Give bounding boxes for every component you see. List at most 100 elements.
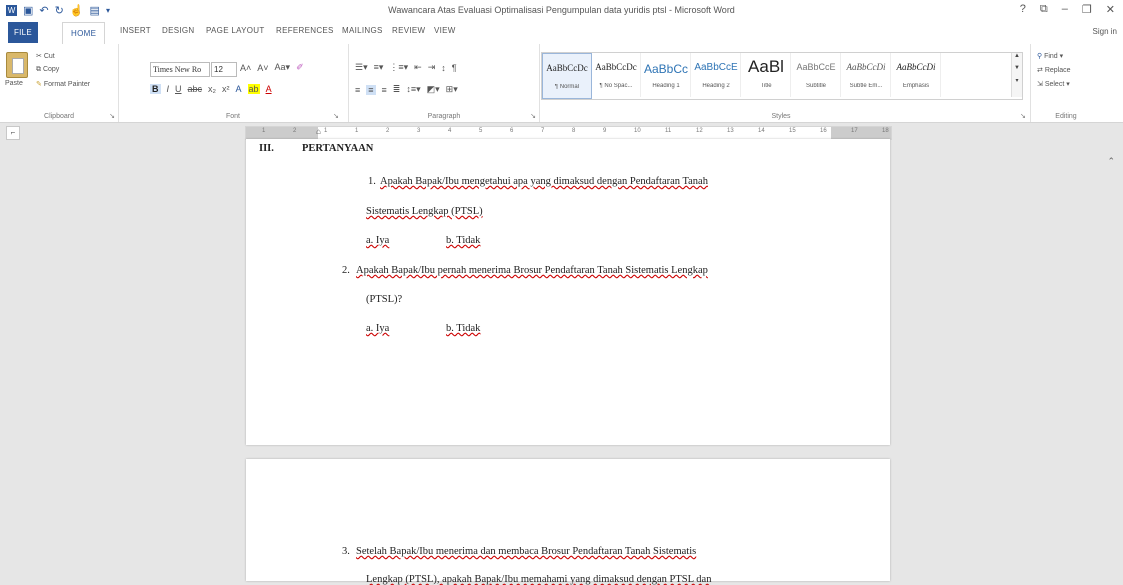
ruler-number: 9 xyxy=(603,128,607,134)
strikethrough-icon[interactable]: abc xyxy=(188,84,203,94)
clipboard-launcher-icon[interactable]: ↘ xyxy=(109,112,115,120)
ruler-indent-marker[interactable]: ⌂ xyxy=(316,127,321,136)
clipboard-label: Clipboard xyxy=(44,113,74,120)
section-title: PERTANYAAN xyxy=(302,143,374,154)
question-2-line-1: Apakah Bapak/Ibu pernah menerima Brosur … xyxy=(356,265,708,276)
style-subtle-emphasis-name: Subtle Em... xyxy=(849,83,883,89)
tab-design[interactable]: DESIGN xyxy=(162,26,194,35)
editing-group: ⚲ Find ▾ ⇄ Replace ⇲ Select ▾ Editing xyxy=(1030,44,1101,122)
multilevel-list-icon[interactable]: ⋮≡▾ xyxy=(389,62,408,73)
paste-button[interactable]: Paste xyxy=(5,80,23,87)
question-1-number: 1. xyxy=(368,176,376,187)
styles-more-icon[interactable]: ▾ xyxy=(1012,77,1022,84)
style-title[interactable]: AaBl Title xyxy=(742,53,791,97)
question-1-option-b: b. Tidak xyxy=(446,235,481,246)
subscript-icon[interactable]: x₂ xyxy=(208,84,216,94)
minimize-button[interactable]: – xyxy=(1062,3,1068,16)
format-painter-button[interactable]: ✎ Format Painter xyxy=(36,80,90,88)
style-heading-1[interactable]: AaBbCc Heading 1 xyxy=(642,53,691,97)
cut-label: Cut xyxy=(43,53,55,60)
sign-in-link[interactable]: Sign in xyxy=(1093,27,1117,36)
align-right-icon[interactable]: ≡ xyxy=(382,85,387,95)
italic-icon[interactable]: I xyxy=(167,84,170,94)
close-button[interactable]: ✕ xyxy=(1106,3,1115,16)
font-group xyxy=(118,44,348,122)
align-center-icon[interactable]: ≡ xyxy=(366,84,376,95)
borders-icon[interactable]: ⊞▾ xyxy=(446,84,458,95)
maximize-button[interactable]: ❐ xyxy=(1082,3,1092,16)
document-page-1[interactable]: III. PERTANYAAN 1. Apakah Bapak/Ibu meng… xyxy=(246,139,890,445)
window-controls: ? ⧉ – ❐ ✕ xyxy=(1020,3,1115,16)
font-size-input[interactable]: 12 xyxy=(211,62,237,77)
styles-launcher-icon[interactable]: ↘ xyxy=(1020,112,1026,120)
find-button[interactable]: ⚲ Find ▾ xyxy=(1037,52,1063,60)
ruler-number: 5 xyxy=(479,128,483,134)
style-no-spacing[interactable]: AaBbCcDc ¶ No Spac... xyxy=(592,53,641,97)
show-marks-icon[interactable]: ¶ xyxy=(452,63,457,73)
bold-icon[interactable]: B xyxy=(150,84,161,94)
styles-scroll-down-icon[interactable]: ▼ xyxy=(1012,65,1022,71)
ruler-number: 18 xyxy=(882,128,889,134)
tab-review[interactable]: REVIEW xyxy=(392,26,425,35)
document-page-2[interactable]: 3. Setelah Bapak/Ibu menerima dan membac… xyxy=(246,459,890,585)
tab-selector-icon[interactable]: ⌐ xyxy=(6,126,20,140)
clear-formatting-icon[interactable]: ✐ xyxy=(296,62,304,73)
tab-insert[interactable]: INSERT xyxy=(120,26,151,35)
styles-label: Styles xyxy=(771,113,791,120)
align-left-icon[interactable]: ≡ xyxy=(355,85,360,95)
line-spacing-icon[interactable]: ↕≡▾ xyxy=(406,84,420,95)
font-launcher-icon[interactable]: ↘ xyxy=(333,112,339,120)
ribbon-display-options-button[interactable]: ⧉ xyxy=(1040,3,1048,16)
underline-icon[interactable]: U xyxy=(175,84,182,94)
tab-file[interactable]: FILE xyxy=(8,22,38,43)
font-color-icon[interactable]: A xyxy=(266,84,272,94)
style-heading-2[interactable]: AaBbCcE Heading 2 xyxy=(692,53,741,97)
text-effects-icon[interactable]: A xyxy=(236,84,242,94)
cut-button[interactable]: ✂ Cut xyxy=(36,52,55,60)
bullets-icon[interactable]: ☰▾ xyxy=(355,62,368,73)
collapse-ribbon-icon[interactable]: ⌃ xyxy=(1107,156,1115,167)
cursor-icon: ⇲ xyxy=(1037,81,1045,88)
style-subtitle[interactable]: AaBbCcE Subtitle xyxy=(792,53,841,97)
replace-button[interactable]: ⇄ Replace xyxy=(1037,66,1071,74)
question-2-option-b: b. Tidak xyxy=(446,323,481,334)
decrease-indent-icon[interactable]: ⇤ xyxy=(414,62,422,73)
section-number: III. xyxy=(259,143,274,154)
style-emphasis[interactable]: AaBbCcDi Emphasis xyxy=(892,53,941,97)
ruler-number: 4 xyxy=(448,128,452,134)
font-label: Font xyxy=(225,113,240,120)
scissors-icon: ✂ xyxy=(36,53,44,60)
ruler-number: 12 xyxy=(696,128,703,134)
horizontal-ruler[interactable]: ⌂ 1 2 1 1 2 3 4 5 6 7 8 9 10 11 12 13 14 15 16 17 18 xyxy=(245,126,892,140)
numbering-icon[interactable]: ≡▾ xyxy=(374,62,384,73)
grow-font-icon[interactable]: A˄ xyxy=(240,63,251,73)
shrink-font-icon[interactable]: A˅ xyxy=(257,63,268,73)
font-name-input[interactable]: Times New Ro xyxy=(150,62,210,77)
styles-scroll-up-icon[interactable]: ▲ xyxy=(1012,53,1022,59)
highlight-icon[interactable]: ab xyxy=(247,84,260,94)
paste-icon[interactable] xyxy=(6,52,28,78)
styles-scroll[interactable]: ▲ ▼ ▾ xyxy=(1011,53,1022,97)
change-case-icon[interactable]: Aa▾ xyxy=(275,62,291,73)
tab-references[interactable]: REFERENCES xyxy=(276,26,334,35)
style-heading-1-name: Heading 1 xyxy=(652,83,680,89)
style-subtle-emphasis-preview: AaBbCcDi xyxy=(846,62,886,72)
tab-view[interactable]: VIEW xyxy=(434,26,456,35)
superscript-icon[interactable]: x² xyxy=(222,84,230,94)
select-button[interactable]: ⇲ Select ▾ xyxy=(1037,80,1070,88)
ruler-number: 10 xyxy=(634,128,641,134)
style-subtle-emphasis[interactable]: AaBbCcDi Subtle Em... xyxy=(842,53,891,97)
justify-icon[interactable]: ≣ xyxy=(393,84,401,95)
copy-button[interactable]: ⧉ Copy xyxy=(36,66,59,74)
shading-icon[interactable]: ◩▾ xyxy=(427,84,440,95)
tab-home[interactable]: HOME xyxy=(62,22,106,45)
paragraph-launcher-icon[interactable]: ↘ xyxy=(530,112,536,120)
ruler-number: 1 xyxy=(355,128,359,134)
tab-mailings[interactable]: MAILINGS xyxy=(342,26,383,35)
style-normal[interactable]: AaBbCcDc ¶ Normal xyxy=(542,53,592,99)
help-button[interactable]: ? xyxy=(1020,3,1026,16)
increase-indent-icon[interactable]: ⇥ xyxy=(428,62,436,73)
ruler-number: 14 xyxy=(758,128,765,134)
tab-page-layout[interactable]: PAGE LAYOUT xyxy=(206,26,265,35)
sort-icon[interactable]: ↕ xyxy=(441,63,446,73)
